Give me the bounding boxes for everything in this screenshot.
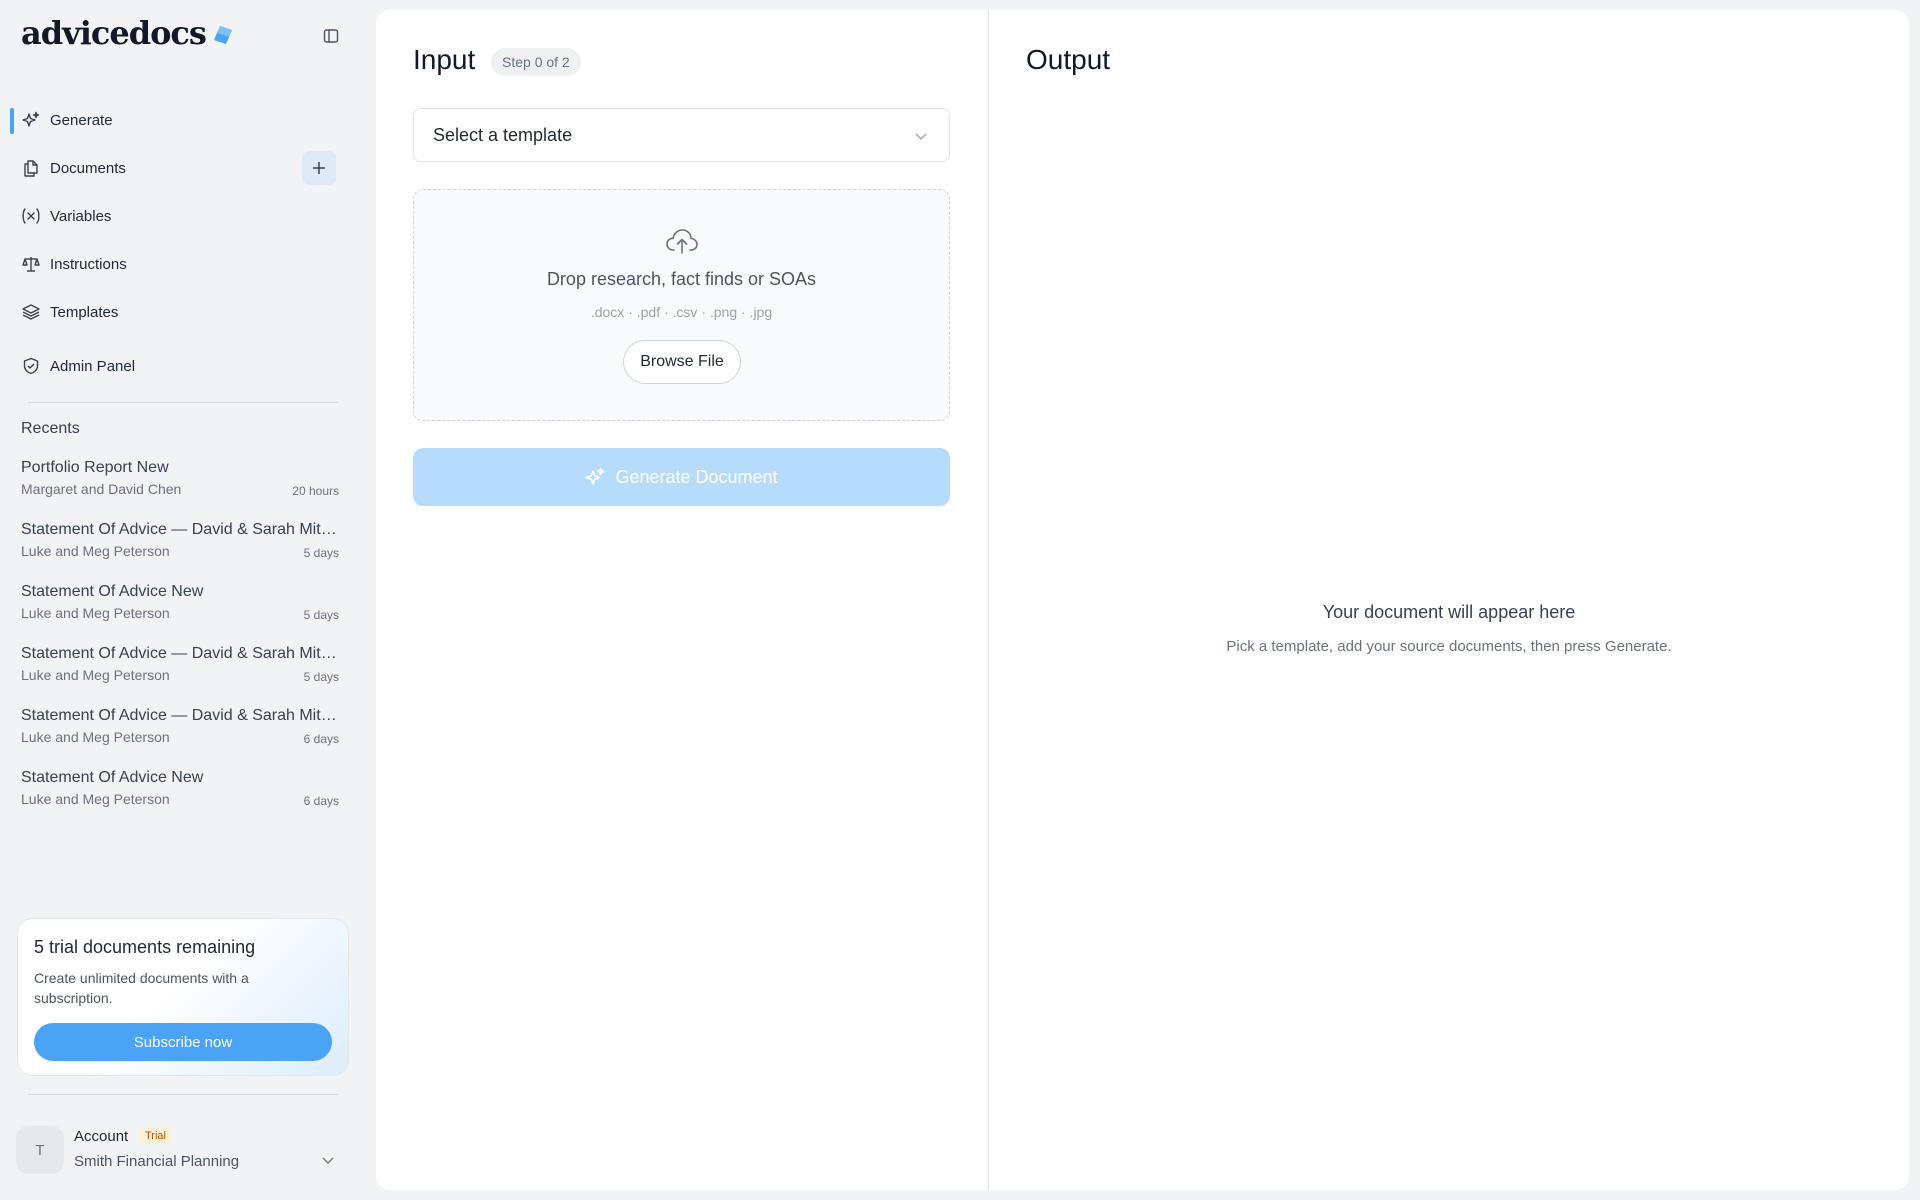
sidebar-toggle-icon[interactable] <box>320 25 342 47</box>
sparkle-icon <box>21 110 41 130</box>
recent-client: Luke and Meg Peterson <box>21 729 170 745</box>
template-select[interactable]: Select a template <box>413 108 950 162</box>
plan-badge: Trial <box>140 1128 171 1144</box>
output-heading: Output <box>1026 44 1111 75</box>
recent-time: 5 days <box>303 546 339 560</box>
template-select-value: Select a template <box>433 124 573 145</box>
logo-mark-icon <box>213 26 232 44</box>
sparkle-icon <box>586 467 605 485</box>
recent-title: Statement Of Advice — David & Sarah Mitc… <box>21 521 339 538</box>
recent-item[interactable]: Statement Of Advice — David & Sarah Mitc… <box>21 642 339 704</box>
chevron-down-icon <box>322 1157 334 1164</box>
browse-file-button[interactable]: Browse File <box>623 340 741 384</box>
nav-label: Admin Panel <box>50 357 136 375</box>
recent-title: Statement Of Advice New <box>21 769 204 786</box>
generate-label: Generate Document <box>615 466 778 487</box>
account-label: Account <box>74 1128 129 1145</box>
recents-list: Portfolio Report New Margaret and David … <box>21 456 339 828</box>
plus-icon <box>313 162 325 174</box>
logo-text: advicedocs <box>21 14 207 52</box>
trial-description: Create unlimited documents with a subscr… <box>34 970 249 1006</box>
cloud-upload-icon <box>666 229 698 254</box>
sidebar-divider <box>28 402 338 403</box>
recent-time: 6 days <box>303 794 339 808</box>
nav-label: Variables <box>50 207 112 225</box>
recent-item[interactable]: Statement Of Advice — David & Sarah Mitc… <box>21 704 339 766</box>
recent-item[interactable]: Statement Of Advice New Luke and Meg Pet… <box>21 580 339 642</box>
generate-document-button[interactable]: Generate Document <box>413 448 950 506</box>
recent-time: 5 days <box>303 608 339 622</box>
file-dropzone[interactable]: Drop research, fact finds or SOAs .docx … <box>413 189 950 421</box>
subscribe-button[interactable]: Subscribe now <box>34 1023 332 1061</box>
nav-item-documents[interactable]: Documents <box>10 144 340 192</box>
recent-title: Statement Of Advice — David & Sarah Mitc… <box>21 645 339 662</box>
recent-item[interactable]: Statement Of Advice New Luke and Meg Pet… <box>21 766 339 828</box>
dropzone-text: Drop research, fact finds or SOAs <box>546 269 817 289</box>
trial-title: 5 trial documents remaining <box>34 937 256 957</box>
sidebar: advicedocs Generate Documents Variables … <box>0 0 376 1200</box>
step-badge: Step 0 of 2 <box>491 48 581 76</box>
recent-client: Margaret and David Chen <box>21 481 182 497</box>
output-empty-title: Your document will appear here <box>1322 602 1576 622</box>
avatar: T <box>16 1126 64 1174</box>
accepted-formats: .docx · .pdf · .csv · .png · .jpg <box>590 304 773 320</box>
trial-card: 5 trial documents remaining Create unlim… <box>17 918 349 1076</box>
layers-icon <box>21 302 41 322</box>
chevron-down-icon <box>915 133 927 140</box>
nav-label: Documents <box>50 159 126 177</box>
column-divider <box>988 10 989 1190</box>
account-org: Smith Financial Planning <box>74 1153 240 1170</box>
output-empty-subtitle: Pick a template, add your source documen… <box>1226 638 1672 655</box>
recents-heading: Recents <box>21 420 80 437</box>
recent-time: 5 days <box>303 670 339 684</box>
recent-client: Luke and Meg Peterson <box>21 543 170 559</box>
nav-item-generate[interactable]: Generate <box>10 96 340 144</box>
recent-title: Statement Of Advice New <box>21 583 204 600</box>
variable-icon <box>21 206 41 226</box>
scale-icon <box>21 254 41 274</box>
nav-label: Templates <box>50 303 119 321</box>
main-nav: Generate Documents Variables Instruction… <box>10 96 340 390</box>
app-logo[interactable]: advicedocs <box>21 14 234 52</box>
documents-icon <box>21 158 41 178</box>
shield-icon <box>21 356 41 376</box>
nav-label: Instructions <box>50 255 127 273</box>
recent-time: 6 days <box>303 732 339 746</box>
nav-label: Generate <box>50 111 113 129</box>
nav-item-templates[interactable]: Templates <box>10 288 340 336</box>
recent-title: Statement Of Advice — David & Sarah Mitc… <box>21 707 339 724</box>
recent-time: 20 hours <box>292 484 339 498</box>
recent-client: Luke and Meg Peterson <box>21 605 170 621</box>
nav-item-admin-panel[interactable]: Admin Panel <box>10 342 340 390</box>
nav-item-instructions[interactable]: Instructions <box>10 240 340 288</box>
recent-client: Luke and Meg Peterson <box>21 791 170 807</box>
account-menu[interactable]: T Account Trial Smith Financial Planning <box>16 1126 336 1174</box>
recent-title: Portfolio Report New <box>21 459 169 476</box>
nav-item-variables[interactable]: Variables <box>10 192 340 240</box>
recent-client: Luke and Meg Peterson <box>21 667 170 683</box>
sidebar-divider <box>28 1094 338 1095</box>
recent-item[interactable]: Statement Of Advice — David & Sarah Mitc… <box>21 518 339 580</box>
main-panel: Input Step 0 of 2 Select a template Drop… <box>376 10 1909 1190</box>
recent-item[interactable]: Portfolio Report New Margaret and David … <box>21 456 339 518</box>
input-heading: Input <box>413 44 476 75</box>
add-document-button[interactable] <box>302 151 336 185</box>
